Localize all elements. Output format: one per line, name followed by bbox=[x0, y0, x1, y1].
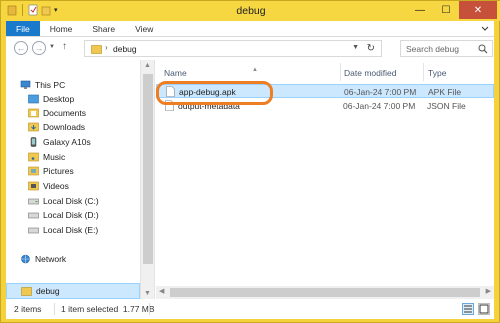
drive-icon bbox=[28, 227, 39, 234]
network-icon bbox=[21, 254, 30, 264]
drive-icon bbox=[28, 212, 39, 219]
sidebar-item-local-disk-e[interactable]: Local Disk (E:) bbox=[28, 223, 98, 237]
status-bar: 2 items 1 item selected 1.77 MB bbox=[6, 299, 494, 319]
navigation-pane: This PC Desktop Documents Downloads Gala… bbox=[6, 60, 140, 299]
navigation-pane-scrollbar[interactable]: ▲ ▼ bbox=[140, 60, 155, 299]
window-controls: — ☐ ✕ bbox=[407, 1, 497, 19]
recent-locations-icon[interactable]: ▼ bbox=[49, 44, 55, 50]
scroll-up-icon[interactable]: ▲ bbox=[144, 62, 151, 69]
computer-icon bbox=[20, 80, 31, 89]
sidebar-item-current-folder[interactable]: debug bbox=[6, 283, 140, 299]
videos-folder-icon bbox=[28, 181, 39, 191]
expand-ribbon-icon[interactable] bbox=[478, 22, 492, 36]
sidebar-item-downloads[interactable]: Downloads bbox=[28, 120, 85, 134]
tab-file[interactable]: File bbox=[6, 21, 40, 36]
navigation-bar: ← → ▼ ↑ › debug ▼ ↻ Search debug bbox=[6, 37, 494, 60]
status-divider bbox=[149, 303, 150, 315]
scroll-down-icon[interactable]: ▼ bbox=[144, 290, 151, 297]
scroll-right-icon[interactable]: ▶ bbox=[486, 287, 491, 295]
search-icon[interactable] bbox=[478, 44, 488, 54]
tab-share[interactable]: Share bbox=[82, 21, 125, 36]
details-view-icon bbox=[464, 305, 472, 313]
back-button[interactable]: ← bbox=[14, 41, 28, 55]
file-type: APK File bbox=[428, 87, 462, 97]
details-view-button[interactable] bbox=[462, 303, 474, 315]
file-list: ▲ Name Date modified Type app-debug.apk … bbox=[156, 60, 494, 285]
file-date: 06-Jan-24 7:00 PM bbox=[344, 87, 417, 97]
pictures-folder-icon bbox=[28, 166, 39, 176]
tab-home[interactable]: Home bbox=[40, 21, 83, 36]
folder-icon bbox=[91, 45, 102, 54]
column-divider[interactable] bbox=[423, 63, 424, 81]
tab-view[interactable]: View bbox=[125, 21, 163, 36]
explorer-content: This PC Desktop Documents Downloads Gala… bbox=[6, 60, 494, 299]
scrollbar-thumb[interactable] bbox=[170, 288, 480, 297]
forward-button[interactable]: → bbox=[32, 41, 46, 55]
status-divider bbox=[54, 303, 55, 315]
sidebar-item-music[interactable]: Music bbox=[28, 150, 65, 164]
sidebar-item-local-disk-d[interactable]: Local Disk (D:) bbox=[28, 208, 99, 222]
sidebar-item-local-disk-c[interactable]: Local Disk (C:) bbox=[28, 194, 99, 208]
ribbon-tabs: File Home Share View bbox=[6, 21, 494, 37]
maximize-button[interactable]: ☐ bbox=[433, 1, 459, 19]
breadcrumb-chevron-icon[interactable]: › bbox=[105, 43, 108, 52]
address-dropdown-icon[interactable]: ▼ bbox=[352, 44, 359, 51]
item-count: 2 items bbox=[14, 304, 42, 314]
sidebar-item-documents[interactable]: Documents bbox=[28, 106, 86, 120]
file-type: JSON File bbox=[427, 101, 466, 111]
search-placeholder: Search debug bbox=[406, 44, 459, 54]
sidebar-item-videos[interactable]: Videos bbox=[28, 179, 69, 193]
annotation-highlight-ring bbox=[156, 81, 273, 105]
file-list-scrollbar[interactable]: ◀ ▶ bbox=[156, 286, 494, 299]
up-button[interactable]: ↑ bbox=[62, 41, 67, 52]
refresh-icon[interactable]: ↻ bbox=[367, 43, 375, 54]
large-icons-view-icon bbox=[479, 304, 489, 314]
selection-info: 1 item selected 1.77 MB bbox=[61, 304, 155, 314]
close-button[interactable]: ✕ bbox=[459, 1, 497, 19]
search-input[interactable]: Search debug bbox=[400, 40, 493, 57]
sidebar-item-desktop[interactable]: Desktop bbox=[28, 92, 74, 106]
sidebar-item-this-pc[interactable]: This PC bbox=[20, 78, 65, 92]
address-bar[interactable]: › debug ▼ ↻ bbox=[84, 40, 382, 57]
title-bar[interactable]: ▾ debug — ☐ ✕ bbox=[1, 1, 500, 21]
sidebar-item-galaxy-a10s[interactable]: Galaxy A10s bbox=[28, 135, 91, 149]
desktop-folder-icon bbox=[28, 94, 39, 104]
scroll-left-icon[interactable]: ◀ bbox=[159, 287, 164, 295]
breadcrumb[interactable]: debug bbox=[113, 44, 137, 54]
documents-folder-icon bbox=[28, 108, 39, 118]
scrollbar-thumb[interactable] bbox=[143, 74, 153, 264]
minimize-button[interactable]: — bbox=[407, 1, 433, 19]
large-icons-view-button[interactable] bbox=[478, 303, 490, 315]
column-divider[interactable] bbox=[340, 63, 341, 81]
explorer-window: ▾ debug — ☐ ✕ File Home Share View ← → ▼… bbox=[0, 0, 500, 323]
music-folder-icon bbox=[28, 152, 39, 162]
file-date: 06-Jan-24 7:00 PM bbox=[343, 101, 416, 111]
sidebar-item-pictures[interactable]: Pictures bbox=[28, 164, 74, 178]
downloads-folder-icon bbox=[28, 122, 39, 132]
phone-icon bbox=[30, 137, 37, 147]
sidebar-item-network[interactable]: Network bbox=[20, 252, 66, 266]
drive-icon bbox=[28, 198, 39, 205]
folder-icon bbox=[21, 287, 32, 296]
sort-arrow-icon: ▲ bbox=[252, 67, 258, 73]
